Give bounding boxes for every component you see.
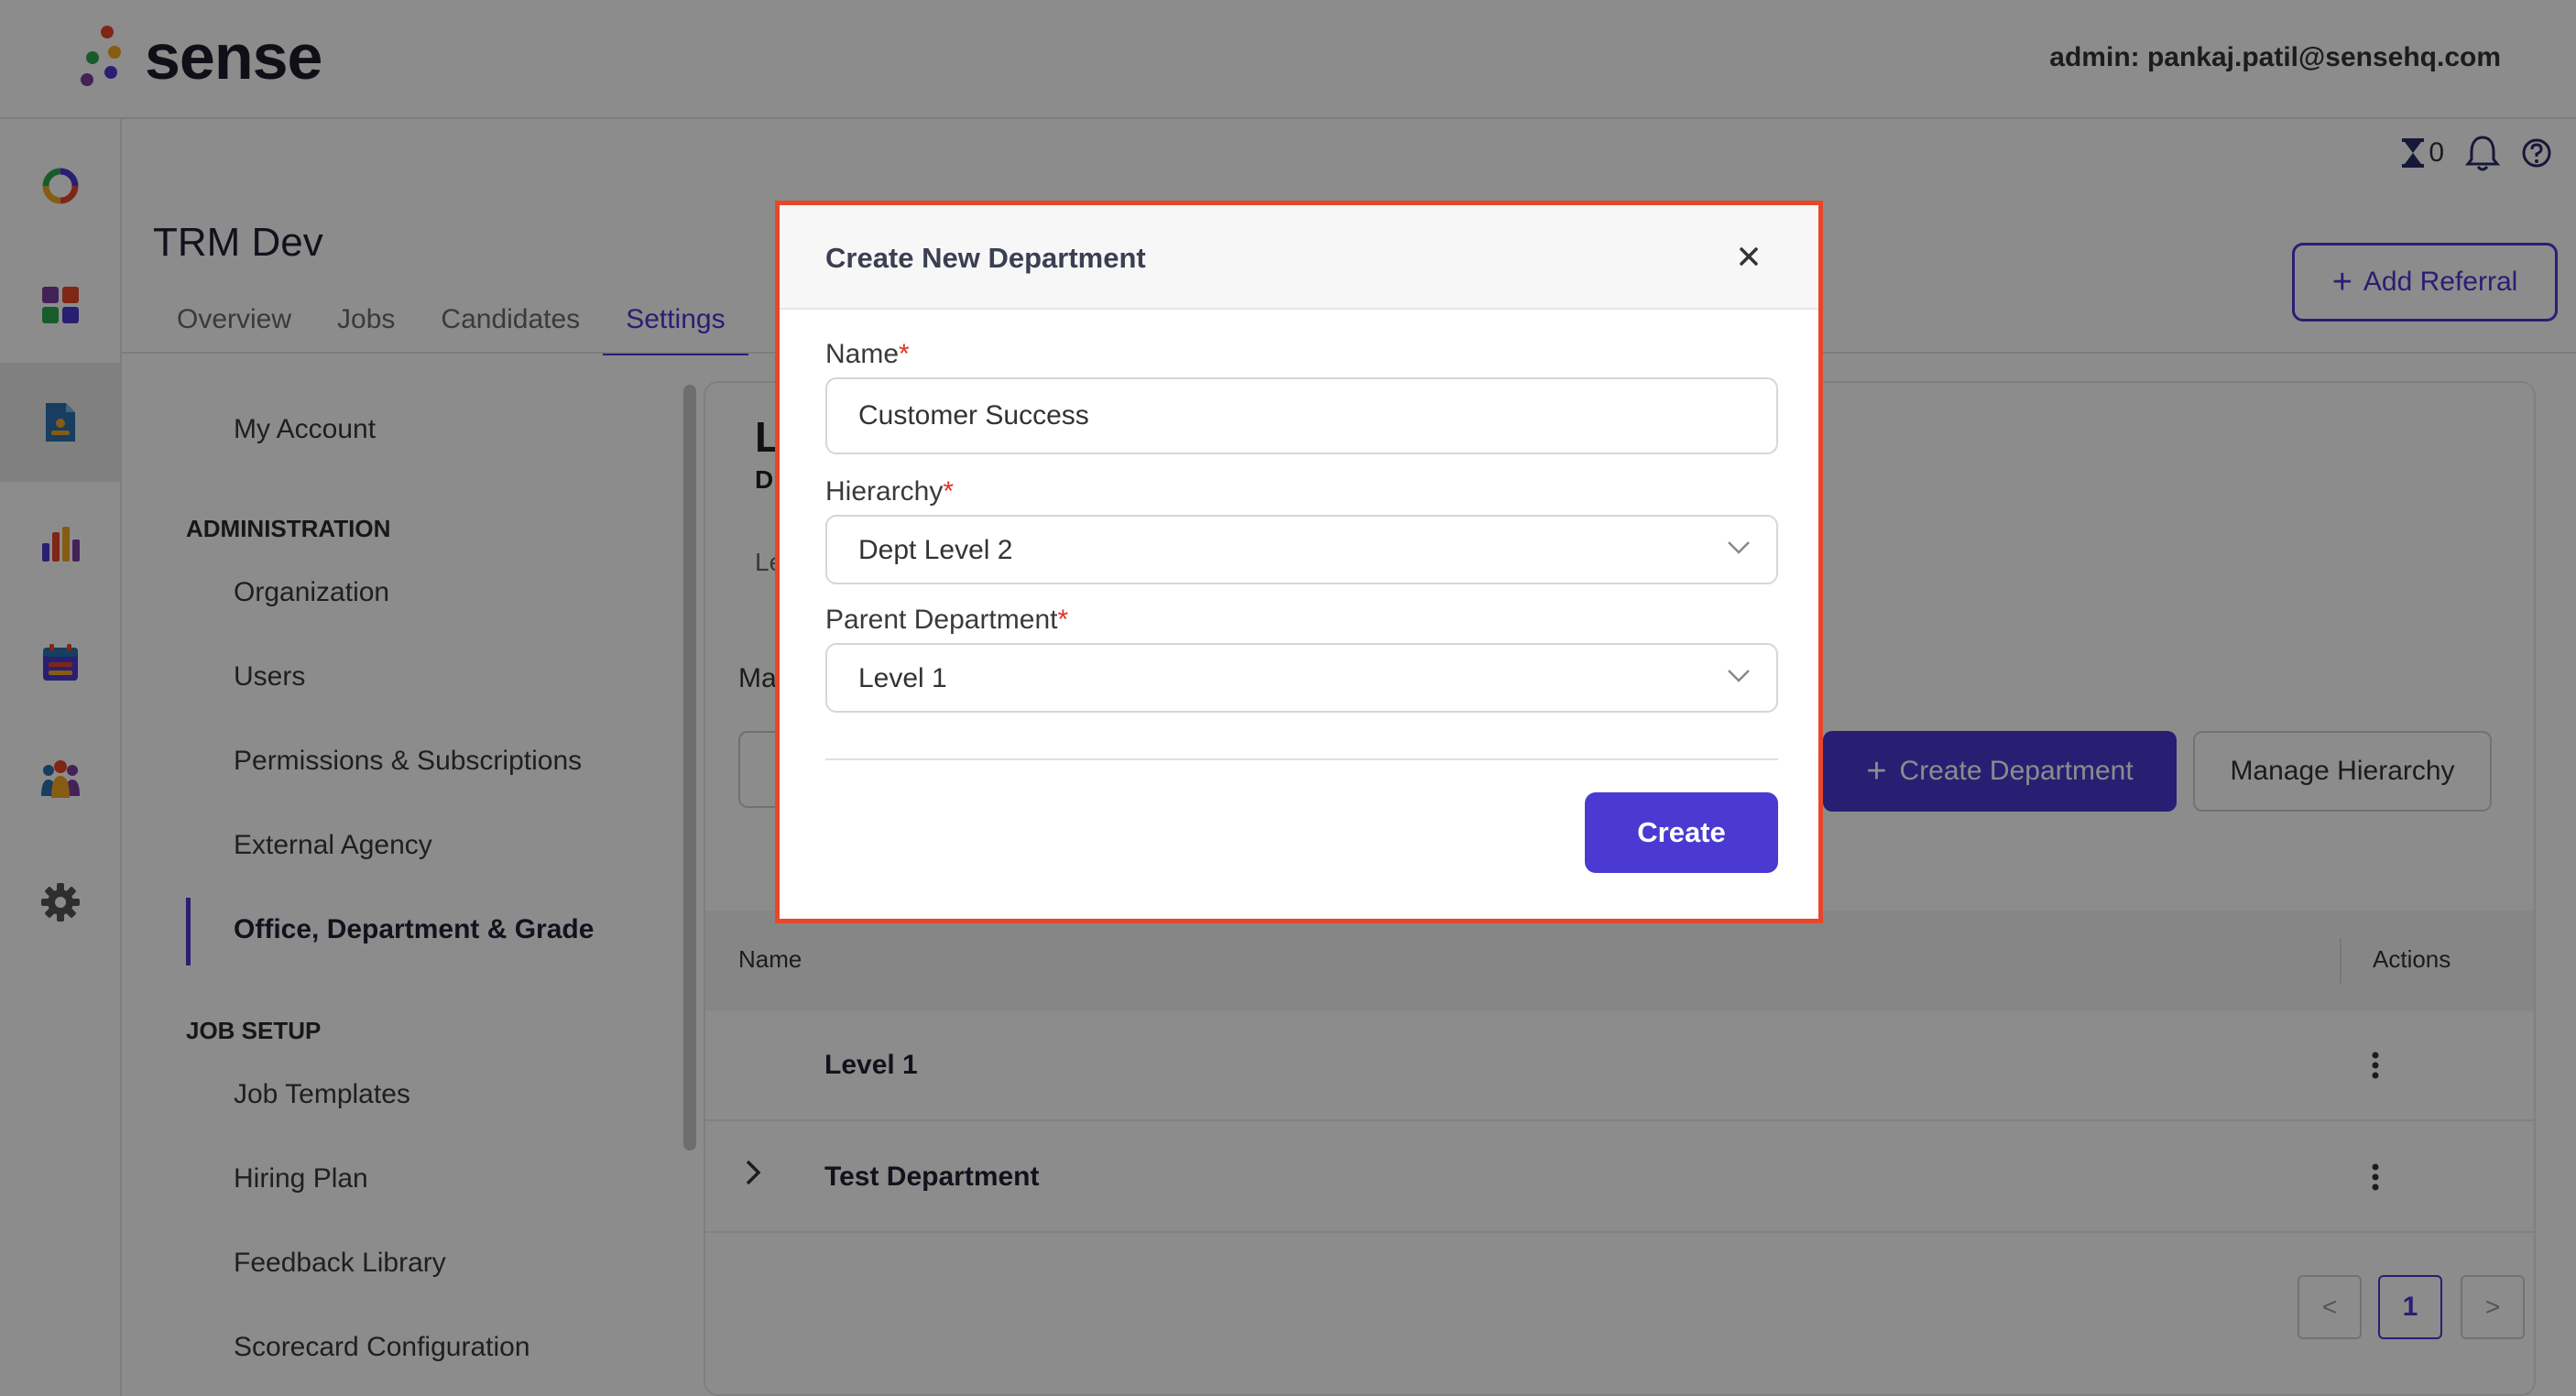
- hierarchy-label-text: Hierarchy: [825, 476, 944, 507]
- modal-header: Create New Department: [780, 205, 1818, 310]
- name-label-text: Name: [825, 339, 900, 369]
- modal-close-button[interactable]: [1732, 240, 1765, 273]
- hierarchy-select[interactable]: Dept Level 2: [825, 515, 1778, 584]
- hierarchy-field-label: Hierarchy*: [825, 476, 954, 507]
- required-mark: *: [943, 476, 955, 507]
- required-mark: *: [899, 339, 910, 369]
- modal-title: Create New Department: [825, 242, 1146, 274]
- parent-selected-value: Level 1: [858, 663, 947, 693]
- name-field-label: Name*: [825, 339, 910, 370]
- close-icon: [1740, 247, 1758, 266]
- parent-department-select[interactable]: Level 1: [825, 643, 1778, 713]
- required-mark: *: [1057, 605, 1069, 635]
- department-name-input[interactable]: [825, 377, 1778, 454]
- parent-department-field-label: Parent Department*: [825, 605, 1068, 636]
- chevron-down-icon: [1728, 670, 1750, 682]
- modal-divider: [825, 758, 1778, 760]
- create-department-modal: Create New Department Name* Hierarchy* D…: [775, 201, 1823, 923]
- parent-label-text: Parent Department: [825, 605, 1058, 635]
- chevron-down-icon: [1728, 541, 1750, 554]
- modal-create-button[interactable]: Create: [1585, 792, 1778, 873]
- hierarchy-selected-value: Dept Level 2: [858, 535, 1013, 565]
